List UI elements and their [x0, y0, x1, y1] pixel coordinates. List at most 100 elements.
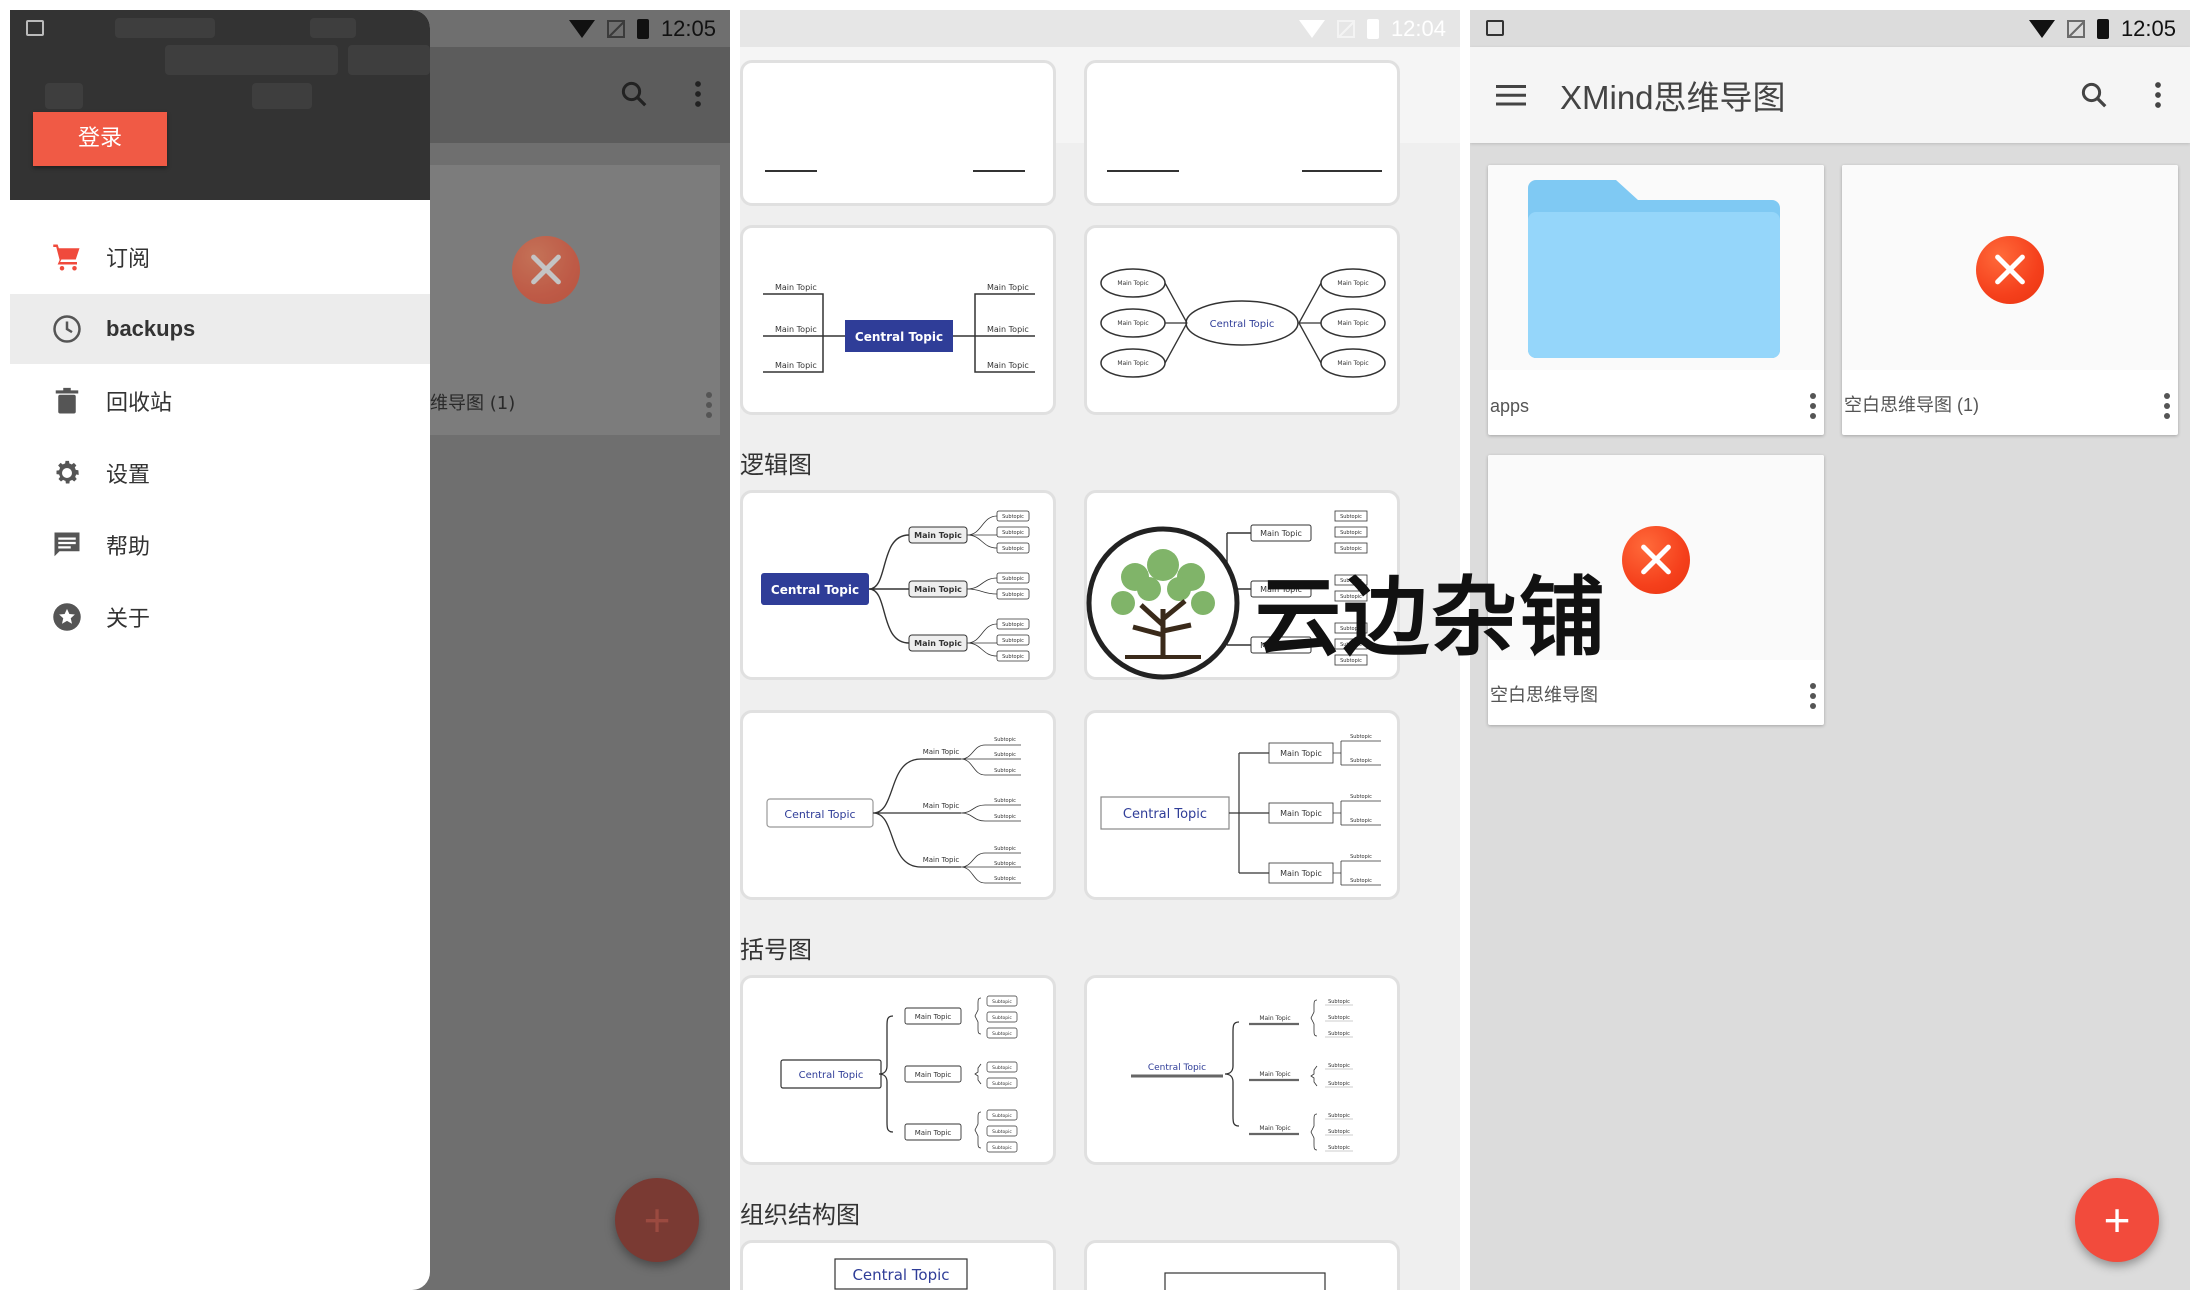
wifi-icon — [1298, 19, 1325, 38]
svg-text:Subtopic: Subtopic — [1002, 546, 1024, 552]
status-bar: 12:05 — [1470, 10, 2190, 47]
svg-text:Main Topic: Main Topic — [1337, 320, 1368, 327]
svg-text:Subtopic: Subtopic — [992, 1015, 1012, 1021]
tree-logo-icon — [1086, 526, 1240, 680]
wifi-icon — [568, 19, 595, 38]
svg-text:Subtopic: Subtopic — [992, 1031, 1012, 1037]
svg-text:Main Topic: Main Topic — [1280, 869, 1322, 878]
no-sim-icon — [1336, 19, 1355, 38]
status-time: 12:05 — [2120, 15, 2176, 41]
svg-text:Main Topic: Main Topic — [775, 361, 817, 370]
svg-text:Subtopic: Subtopic — [1328, 1015, 1350, 1021]
login-button[interactable]: 登录 — [33, 112, 167, 166]
add-fab[interactable]: + — [615, 1178, 699, 1262]
svg-text:Main Topic: Main Topic — [1117, 360, 1148, 367]
svg-text:Main Topic: Main Topic — [775, 283, 817, 292]
svg-text:Subtopic: Subtopic — [994, 768, 1016, 774]
drawer-item-settings[interactable]: 设置 — [10, 438, 430, 508]
svg-text:Subtopic: Subtopic — [1328, 999, 1350, 1005]
watermark: 云边杂铺 — [1085, 525, 1685, 685]
svg-text:Subtopic: Subtopic — [1002, 530, 1024, 536]
template-org-1[interactable]: Central Topic — [740, 1240, 1056, 1290]
svg-text:Subtopic: Subtopic — [992, 999, 1012, 1005]
template-card[interactable] — [1084, 60, 1400, 206]
svg-text:Main Topic: Main Topic — [1280, 809, 1322, 818]
drawer-item-label: 回收站 — [106, 390, 173, 415]
svg-text:Subtopic: Subtopic — [994, 846, 1016, 852]
svg-text:Subtopic: Subtopic — [1002, 622, 1024, 628]
search-icon[interactable] — [610, 70, 658, 118]
drawer-item-trash[interactable]: 回收站 — [10, 366, 430, 436]
template-logic-3[interactable]: Central Topic Main Topic Main Topic Main T… — [740, 710, 1056, 900]
svg-text:Central Topic: Central Topic — [1148, 1063, 1206, 1073]
template-mindmap-2[interactable]: Central Topic Main Topic Main Topic Main T… — [1084, 225, 1400, 415]
xmind-logo-icon — [1976, 236, 2044, 304]
svg-text:Subtopic: Subtopic — [994, 861, 1016, 867]
svg-text:Subtopic: Subtopic — [994, 814, 1016, 820]
more-vert-icon[interactable] — [674, 70, 722, 118]
file-card-xmind[interactable]: 空白思维导图 (1) — [1842, 165, 2178, 435]
svg-text:Subtopic: Subtopic — [1002, 576, 1024, 582]
blurred-block — [45, 83, 83, 109]
svg-text:Subtopic: Subtopic — [1350, 794, 1372, 800]
file-name: 空白思维导图 (1) — [1844, 395, 1979, 415]
svg-text:Subtopic: Subtopic — [1002, 654, 1024, 660]
drawer-header: 登录 — [10, 10, 430, 200]
svg-text:Subtopic: Subtopic — [1002, 638, 1024, 644]
blurred-avatar — [115, 18, 215, 38]
svg-text:Main Topic: Main Topic — [1117, 280, 1148, 287]
drawer-item-help[interactable]: 帮助 — [10, 510, 430, 580]
template-org-2[interactable] — [1084, 1240, 1400, 1290]
svg-text:Subtopic: Subtopic — [994, 798, 1016, 804]
svg-text:Subtopic: Subtopic — [992, 1065, 1012, 1071]
svg-text:Main Topic: Main Topic — [1117, 320, 1148, 327]
svg-text:Central Topic: Central Topic — [799, 1070, 864, 1081]
drawer-item-label: 帮助 — [106, 534, 151, 559]
svg-text:Central Topic: Central Topic — [852, 1266, 949, 1284]
blurred-block — [165, 45, 285, 75]
more-vert-icon[interactable] — [704, 390, 714, 420]
svg-text:Main Topic: Main Topic — [1337, 280, 1368, 287]
blurred-block — [278, 45, 338, 75]
trash-icon — [55, 387, 79, 414]
drawer-item-label: 设置 — [106, 462, 151, 487]
more-vert-icon[interactable] — [1808, 681, 1818, 715]
battery-icon — [2096, 18, 2109, 39]
svg-text:Subtopic: Subtopic — [992, 1081, 1012, 1087]
template-mindmap-1[interactable]: Central Topic Main Topic Main Topic Main T… — [740, 225, 1056, 415]
template-logic-4[interactable]: Central Topic Main Topic Main Topic Main T… — [1084, 710, 1400, 900]
more-vert-icon[interactable] — [2134, 71, 2182, 119]
svg-text:Main Topic: Main Topic — [987, 283, 1029, 292]
svg-text:Main Topic: Main Topic — [1337, 360, 1368, 367]
more-vert-icon[interactable] — [2162, 391, 2172, 425]
search-icon[interactable] — [2070, 71, 2118, 119]
template-card[interactable] — [740, 60, 1056, 206]
template-logic-1[interactable]: Central Topic Main Topic Main Topic Main T… — [740, 490, 1056, 680]
drawer-item-label: 订阅 — [106, 246, 151, 271]
template-brace-2[interactable]: Central Topic Main Topic Main Topic Main T… — [1084, 975, 1400, 1165]
file-card-folder[interactable]: apps — [1488, 165, 1824, 435]
section-title-org: 组织结构图 — [740, 1201, 860, 1229]
template-brace-1[interactable]: Central Topic Main Topic Main Topic Main T… — [740, 975, 1056, 1165]
svg-text:Subtopic: Subtopic — [1328, 1031, 1350, 1037]
drawer-item-subscribe[interactable]: 订阅 — [10, 222, 430, 292]
page-title: XMind思维导图 — [1560, 79, 1786, 116]
drawer-item-backups[interactable]: backups — [10, 294, 430, 364]
drawer-item-about[interactable]: 关于 — [10, 582, 430, 652]
svg-text:Subtopic: Subtopic — [1350, 854, 1372, 860]
more-vert-icon[interactable] — [1808, 391, 1818, 425]
svg-text:Central Topic: Central Topic — [784, 808, 855, 821]
svg-text:Subtopic: Subtopic — [1002, 514, 1024, 520]
svg-text:Subtopic: Subtopic — [1328, 1145, 1350, 1151]
image-notification-icon — [26, 20, 44, 36]
svg-text:Main Topic: Main Topic — [914, 531, 962, 540]
svg-text:Main Topic: Main Topic — [1259, 1015, 1290, 1022]
svg-text:Main Topic: Main Topic — [987, 361, 1029, 370]
app-bar: XMind思维导图 — [1470, 47, 2190, 143]
add-fab[interactable]: + — [2075, 1178, 2159, 1262]
dimmed-file-card: 维导图 (1) — [430, 165, 720, 435]
battery-icon — [636, 18, 649, 39]
section-title-logic: 逻辑图 — [740, 451, 812, 479]
blurred-block — [310, 18, 356, 38]
hamburger-menu-icon[interactable] — [1487, 71, 1535, 119]
